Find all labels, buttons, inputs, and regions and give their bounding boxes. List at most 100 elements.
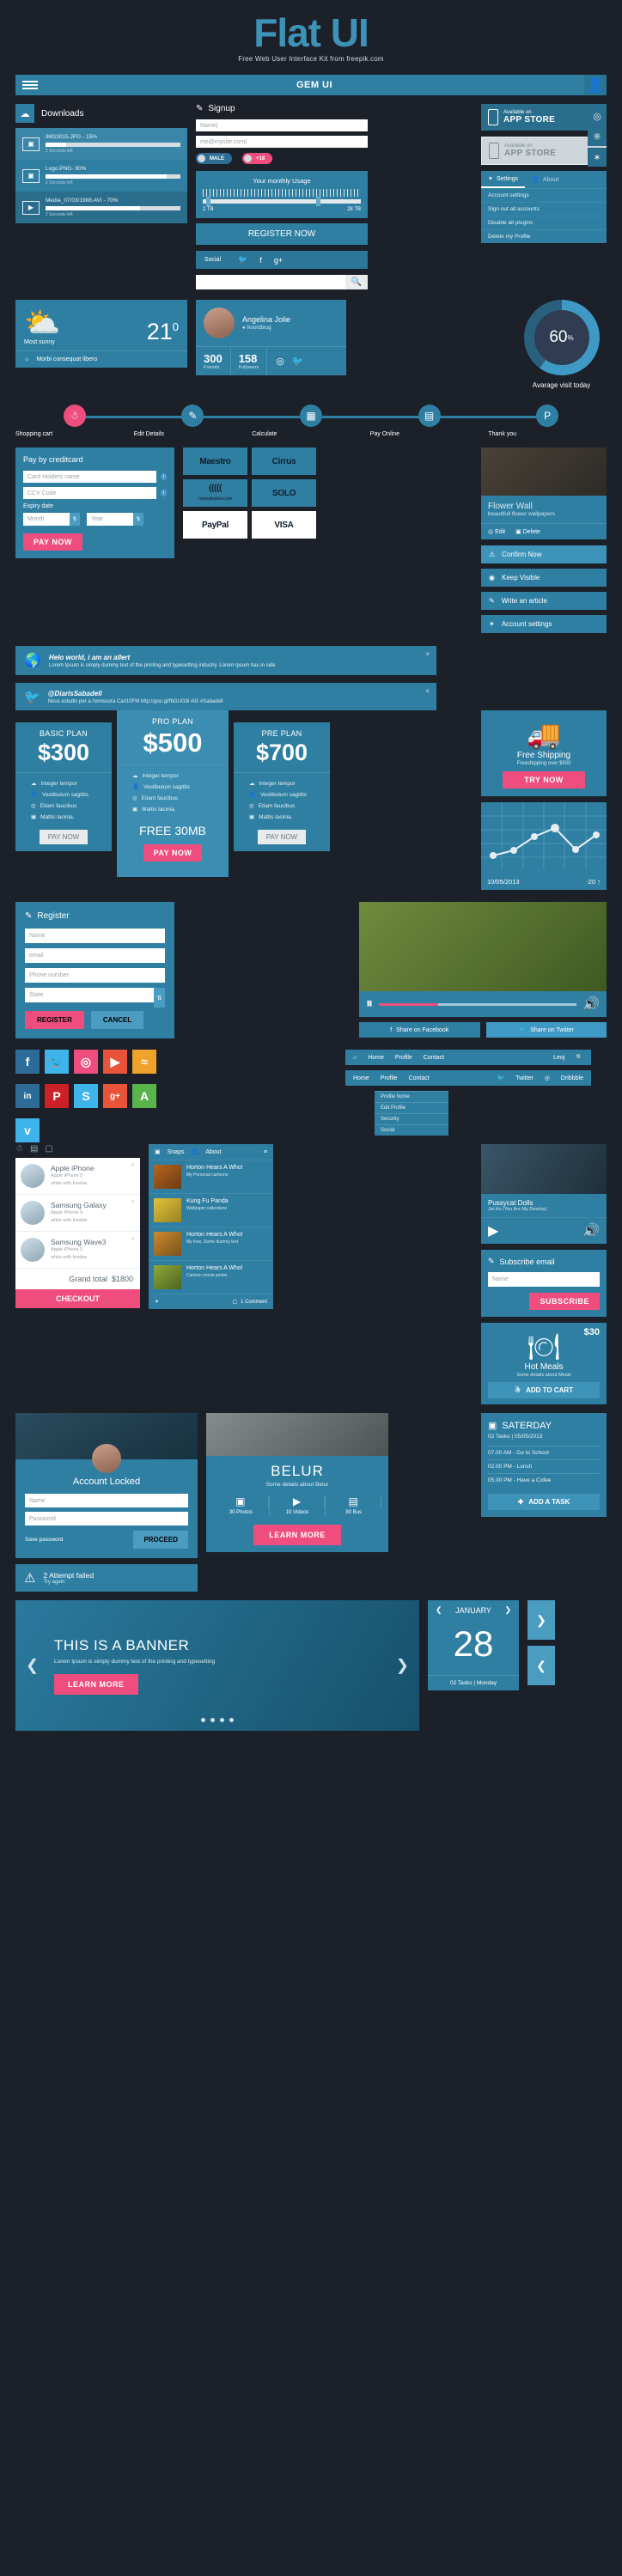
- gear-icon[interactable]: ✶: [588, 148, 607, 167]
- googleplus-icon[interactable]: g+: [103, 1084, 127, 1109]
- signup-email-input[interactable]: me@mysite.com|: [196, 136, 368, 149]
- googleplus-icon[interactable]: g+: [274, 256, 283, 265]
- menu2-item-home[interactable]: Home: [353, 1075, 369, 1081]
- register-email-input[interactable]: email: [25, 948, 165, 964]
- download-item[interactable]: ▣ IMG3015.JPG - 15% 2 Seconds left: [15, 128, 187, 161]
- save-password-label[interactable]: Save password: [25, 1537, 63, 1543]
- calendar-next-arrow[interactable]: ❯: [504, 1605, 511, 1615]
- register-submit-button[interactable]: REGISTER: [25, 1011, 84, 1030]
- hamburger-icon[interactable]: [15, 81, 45, 90]
- menu2-item-contact[interactable]: Contact: [409, 1075, 430, 1081]
- locked-password-input[interactable]: Password: [25, 1512, 188, 1526]
- news-item[interactable]: Horton Hears A Who! Cartoon movie poster: [149, 1260, 273, 1294]
- share-twitter-button[interactable]: 🐦 Share on Twitter: [485, 1022, 607, 1038]
- compass-icon[interactable]: ◎: [588, 107, 607, 125]
- phone-icon[interactable]: ▢: [45, 1144, 52, 1154]
- usage-range-slider[interactable]: [203, 197, 361, 207]
- plan-pay-button[interactable]: PAY NOW: [39, 830, 88, 845]
- cart-item[interactable]: Samsung Wave3 Apple iPhone 5 white with f…: [15, 1232, 140, 1270]
- delete-action[interactable]: ▣ Delete: [515, 528, 540, 535]
- register-now-button[interactable]: REGISTER NOW: [196, 223, 368, 246]
- youtube-icon[interactable]: ▶: [103, 1050, 127, 1075]
- edit-action[interactable]: ◎ Edit: [488, 528, 505, 535]
- cart-item[interactable]: Apple iPhone Apple iPhone 5 white with fr…: [15, 1158, 140, 1196]
- settings-item-delete[interactable]: Delete my Profile: [481, 229, 607, 243]
- locked-name-input[interactable]: Name: [25, 1494, 188, 1508]
- cart-icon[interactable]: ▤: [30, 1144, 38, 1154]
- cart-item[interactable]: Samsung Galaxy Apple iPhone 5 white with …: [15, 1195, 140, 1233]
- dropdown-item-profile-home[interactable]: Profile home: [375, 1091, 448, 1102]
- microphone-icon[interactable]: ⎈: [588, 127, 607, 146]
- skype-icon[interactable]: S: [74, 1084, 98, 1109]
- ccv-input[interactable]: CCV Code: [23, 487, 156, 500]
- settings-item-account[interactable]: Account settings: [481, 188, 607, 202]
- plan-pay-button[interactable]: PAY NOW: [257, 830, 307, 845]
- info-icon[interactable]: i: [160, 473, 167, 481]
- close-icon[interactable]: ×: [425, 650, 430, 658]
- share-facebook-button[interactable]: f Share on Facebook: [359, 1022, 480, 1038]
- banner-next-arrow[interactable]: ❯: [396, 1657, 409, 1675]
- gender-toggle[interactable]: MALE: [196, 153, 232, 165]
- register-state-select[interactable]: State ⇅: [25, 988, 165, 1008]
- menu-item-contact[interactable]: Contact: [424, 1055, 444, 1061]
- step-edit-details[interactable]: ✎ Edit Details: [134, 405, 311, 437]
- download-item[interactable]: ▶ Media_07/03/1988.AVI - 70% 2 Seconds l…: [15, 192, 187, 224]
- hamburger-icon[interactable]: ≡: [264, 1149, 267, 1155]
- menu2-item-profile[interactable]: Profile: [381, 1075, 398, 1081]
- android-icon[interactable]: A: [132, 1084, 156, 1109]
- nav-prev-button[interactable]: ❮: [527, 1646, 555, 1686]
- month-select[interactable]: Month ⇅: [23, 513, 80, 527]
- banner-learn-more-button[interactable]: LEARN MORE: [54, 1673, 138, 1695]
- register-cancel-button[interactable]: CANCEL: [90, 1011, 144, 1030]
- try-now-button[interactable]: TRY NOW: [503, 771, 585, 789]
- keep-visible-button[interactable]: ◉ Keep Visible: [481, 569, 607, 588]
- news-item[interactable]: Kung Fu Panda Wallpaper collections: [149, 1193, 273, 1227]
- twitter-icon[interactable]: 🐦: [238, 255, 247, 265]
- subscribe-button[interactable]: SUBSCRIBE: [529, 1293, 600, 1311]
- close-icon[interactable]: ×: [425, 687, 430, 695]
- calendar-prev-arrow[interactable]: ❮: [436, 1605, 442, 1615]
- belur-learn-more-button[interactable]: LEARN MORE: [253, 1525, 341, 1546]
- signup-name-input[interactable]: Name|: [196, 119, 368, 132]
- news-tab-snaps[interactable]: Snaps: [168, 1149, 185, 1155]
- banner-dots[interactable]: [201, 1718, 234, 1723]
- twitter-icon[interactable]: 🐦: [292, 356, 304, 367]
- pay-now-button[interactable]: PAY NOW: [23, 533, 82, 551]
- search-input[interactable]: [196, 275, 345, 290]
- add-task-button[interactable]: ✚ ADD A TASK: [488, 1494, 600, 1511]
- dropdown-item-social[interactable]: Social: [375, 1124, 448, 1136]
- info-icon[interactable]: i: [160, 490, 167, 497]
- task-item[interactable]: 02.00 PM - Lunch: [488, 1459, 600, 1473]
- close-icon[interactable]: ✕: [131, 1236, 135, 1242]
- facebook-icon[interactable]: f: [15, 1050, 40, 1075]
- linkedin-icon[interactable]: in: [15, 1084, 40, 1109]
- pause-icon[interactable]: ⏸: [366, 996, 373, 1012]
- register-name-input[interactable]: Name: [25, 929, 165, 944]
- dropdown-item-security[interactable]: Security: [375, 1113, 448, 1124]
- vimeo-icon[interactable]: v: [15, 1118, 40, 1143]
- volume-icon[interactable]: 🔊: [582, 996, 600, 1013]
- user-icon[interactable]: 👤: [584, 75, 607, 96]
- tab-about[interactable]: 👤 About: [525, 171, 565, 188]
- banner-prev-arrow[interactable]: ❮: [26, 1657, 39, 1675]
- step-shopping-cart[interactable]: ☃ Shopping cart: [15, 405, 193, 437]
- menu2-dribbble-label[interactable]: Dribbble: [561, 1075, 583, 1081]
- account-settings-button[interactable]: ✶ Account settings: [481, 615, 607, 634]
- pinterest-icon[interactable]: P: [45, 1084, 69, 1109]
- close-icon[interactable]: ✕: [131, 1162, 135, 1168]
- news-tab-about[interactable]: About: [205, 1149, 221, 1155]
- video-progress-bar[interactable]: [379, 1002, 577, 1006]
- menu2-twitter-label[interactable]: Twitter: [515, 1075, 534, 1081]
- video-thumbnail[interactable]: [359, 902, 607, 992]
- rss-icon[interactable]: ≈: [132, 1050, 156, 1075]
- twitter-icon[interactable]: 🐦: [45, 1050, 69, 1075]
- news-item[interactable]: Horton Hears A Who! My love, Some dummy …: [149, 1227, 273, 1261]
- subscribe-input[interactable]: Name: [488, 1272, 600, 1288]
- tab-settings[interactable]: ✶ Settings: [481, 171, 526, 189]
- volume-icon[interactable]: 🔊: [582, 1222, 600, 1239]
- step-pay-online[interactable]: ▤ Pay Online: [370, 405, 548, 437]
- age-toggle[interactable]: +18: [242, 153, 273, 165]
- menu-item-home[interactable]: Home: [368, 1055, 384, 1061]
- basket-icon[interactable]: ☃: [15, 1144, 23, 1154]
- download-item[interactable]: ▣ Logo.PNG- 90% 2 Seconds left: [15, 160, 187, 192]
